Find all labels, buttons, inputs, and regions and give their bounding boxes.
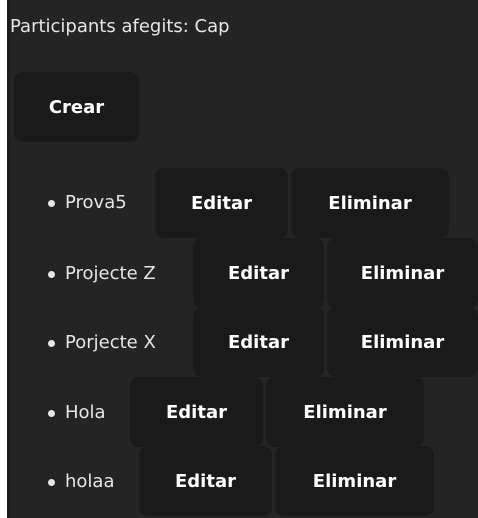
left-border (0, 0, 7, 518)
bullet-icon (48, 479, 55, 486)
delete-button[interactable]: Eliminar (291, 168, 449, 238)
delete-button[interactable]: Eliminar (266, 377, 424, 447)
bullet-icon (48, 200, 55, 207)
project-name: holaa (65, 471, 115, 492)
edit-button[interactable]: Editar (193, 238, 324, 308)
bullet-icon (48, 410, 55, 417)
project-name: Porjecte X (65, 332, 156, 353)
delete-button[interactable]: Eliminar (327, 238, 478, 308)
edit-button[interactable]: Editar (139, 446, 272, 516)
page-title: Participants afegits: Cap (10, 16, 230, 37)
bullet-icon (48, 340, 55, 347)
left-border-shadow (7, 0, 10, 518)
edit-button[interactable]: Editar (130, 377, 263, 447)
edit-button[interactable]: Editar (193, 307, 324, 377)
bullet-icon (48, 271, 55, 278)
edit-button[interactable]: Editar (155, 168, 288, 238)
delete-button[interactable]: Eliminar (275, 446, 434, 516)
project-name: Hola (65, 402, 106, 423)
project-name: Projecte Z (65, 263, 156, 284)
project-name: Prova5 (65, 192, 127, 213)
delete-button[interactable]: Eliminar (327, 307, 478, 377)
create-button[interactable]: Crear (14, 72, 139, 142)
